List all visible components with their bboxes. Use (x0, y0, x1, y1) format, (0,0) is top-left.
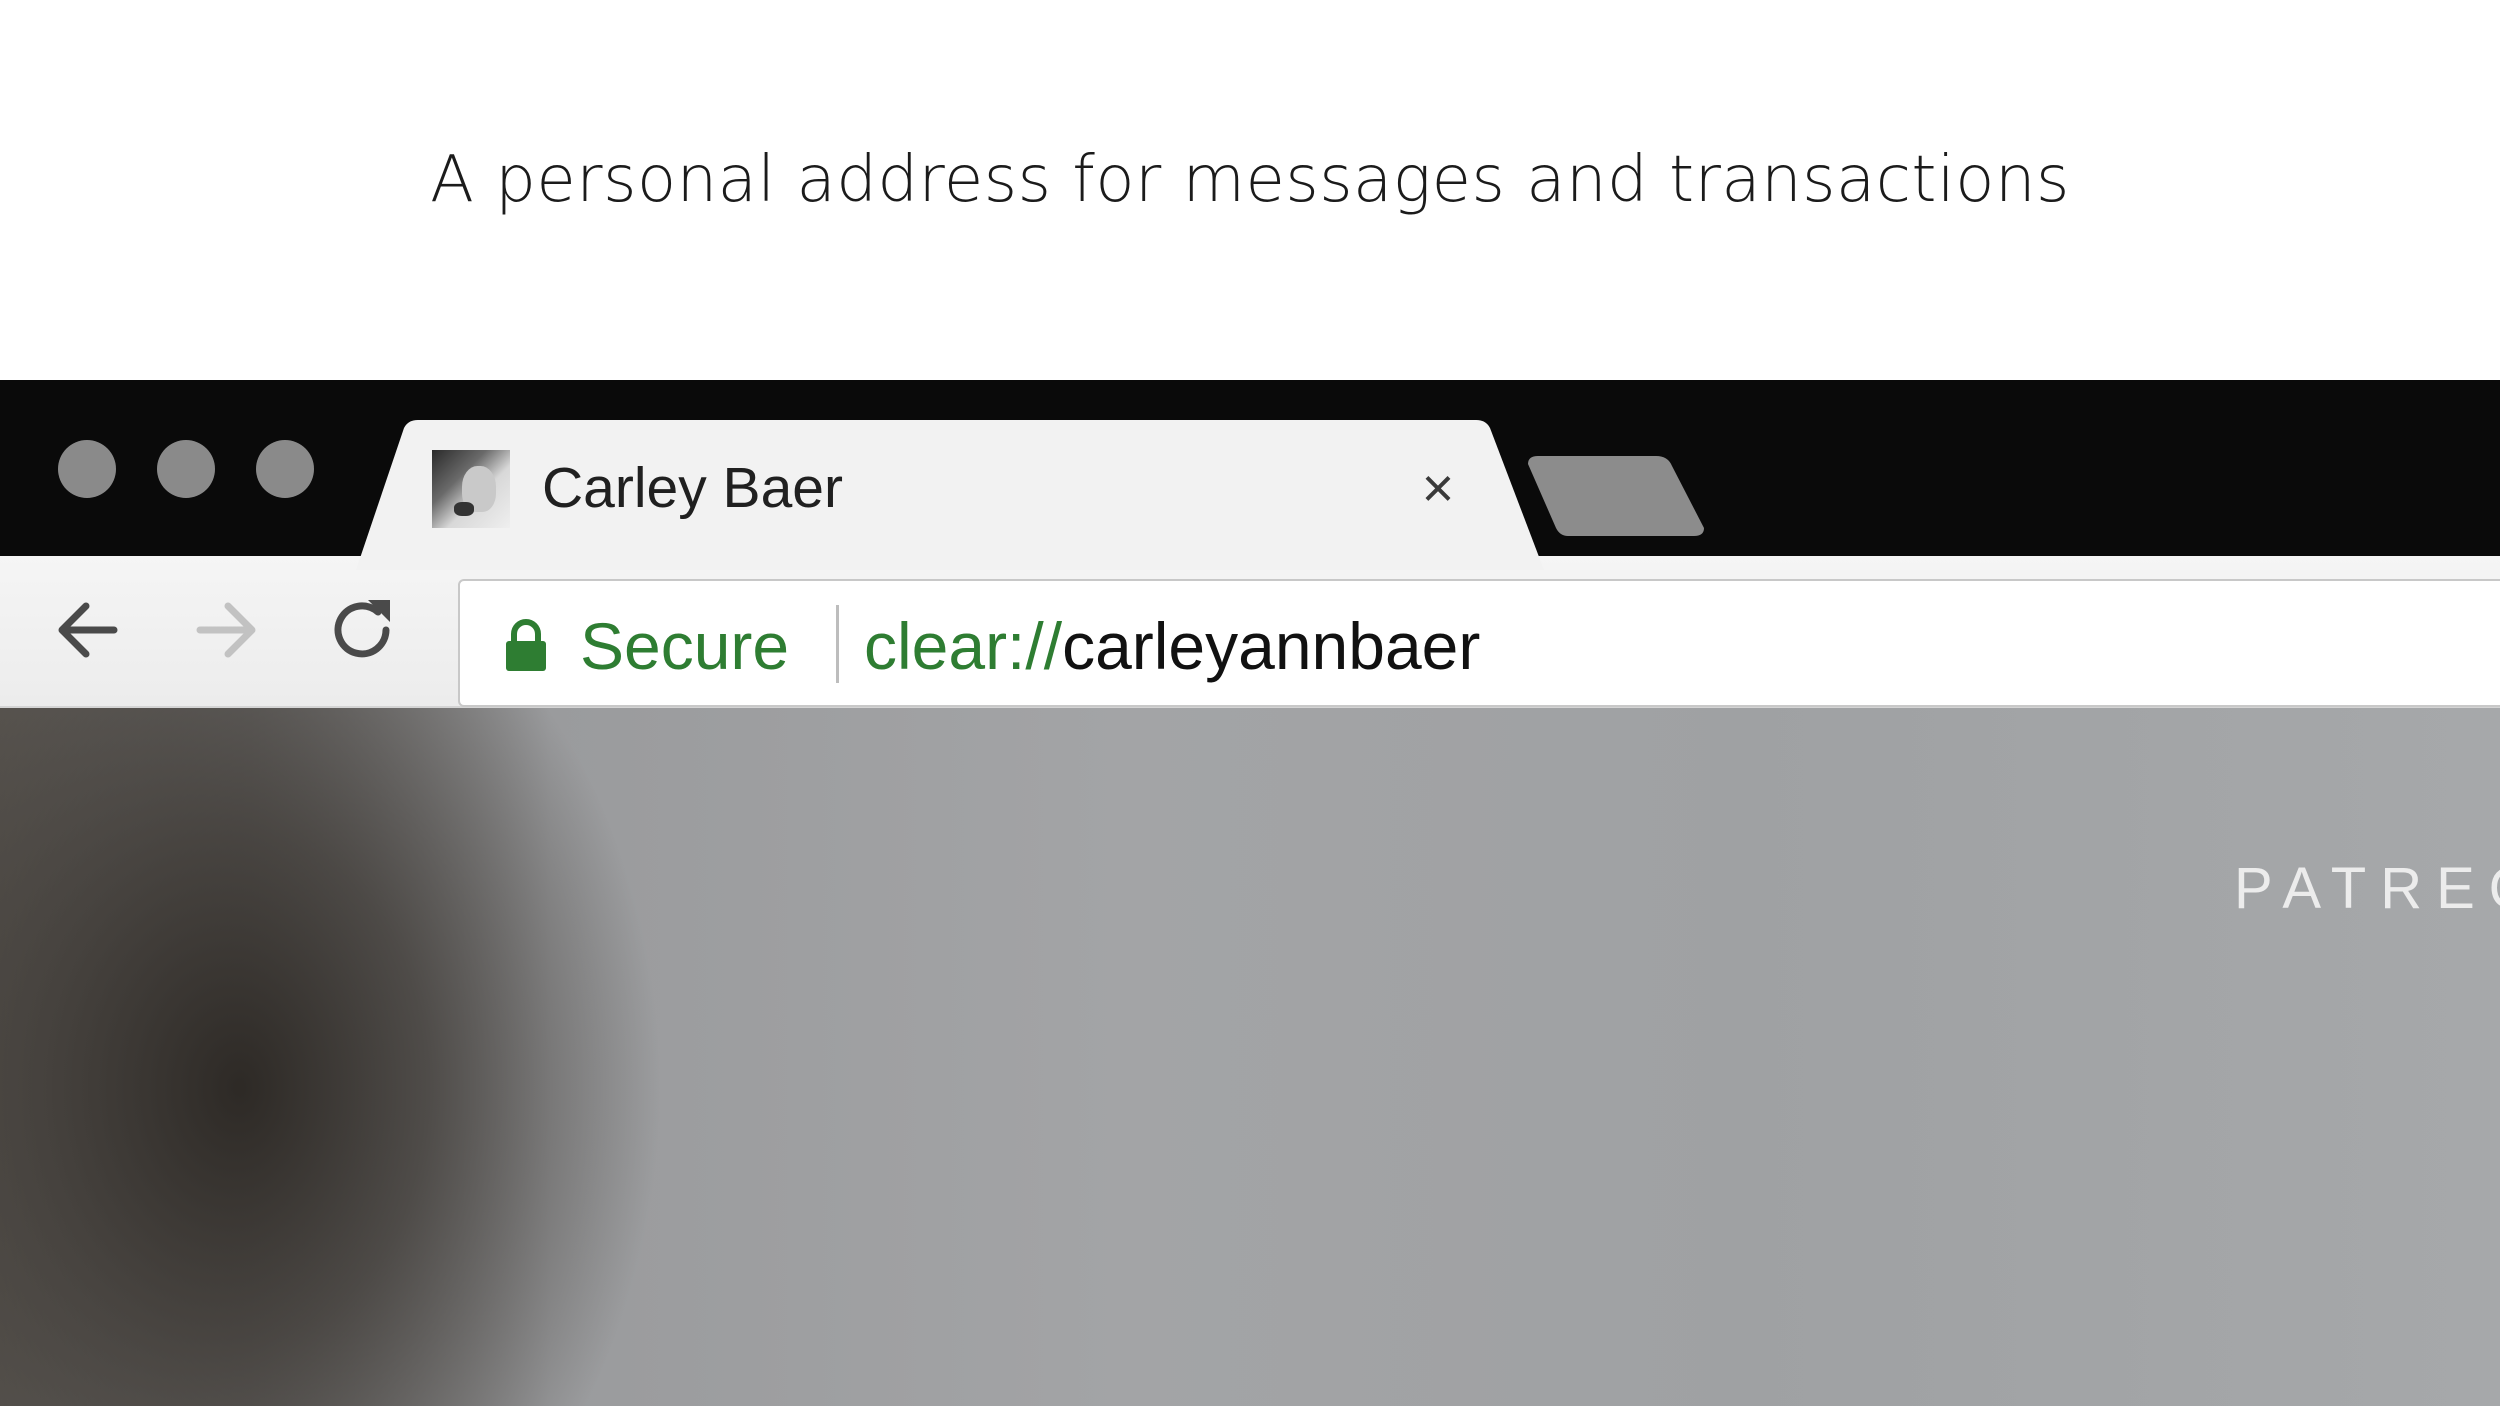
headline: A personal address for messages and tran… (430, 143, 2070, 217)
back-icon[interactable] (52, 594, 124, 666)
tab-title: Carley Baer (542, 456, 843, 520)
lock-icon (506, 619, 546, 671)
tab-carley-baer[interactable]: Carley Baer × (356, 420, 1544, 570)
secure-label[interactable]: Secure (580, 613, 789, 679)
omnibox-divider (836, 605, 839, 683)
toolbar: Secure clear://carleyannbaer (0, 556, 2500, 708)
favicon-icon (432, 450, 510, 528)
title-bar: Carley Baer × (0, 380, 2500, 570)
forward-icon[interactable] (190, 594, 262, 666)
new-tab-button[interactable] (1528, 456, 1704, 536)
patreon-nav-link[interactable]: PATREO (2234, 860, 2500, 918)
slide: A personal address for messages and tran… (0, 0, 2500, 1406)
tab-close-icon[interactable]: × (1412, 460, 1464, 516)
maximize-window-button[interactable] (256, 440, 314, 498)
tab-background (356, 420, 1544, 570)
page-viewport: PATREO (0, 708, 2500, 1406)
reload-icon[interactable] (328, 594, 400, 666)
close-window-button[interactable] (58, 440, 116, 498)
url-scheme: clear:// (864, 609, 1063, 683)
url-host: carleyannbaer (1062, 609, 1481, 683)
browser-window: Carley Baer × Secure clear://carleyannba… (0, 380, 2500, 1406)
url-text[interactable]: clear://carleyannbaer (864, 613, 1480, 679)
minimize-window-button[interactable] (157, 440, 215, 498)
address-bar[interactable]: Secure clear://carleyannbaer (458, 579, 2500, 707)
